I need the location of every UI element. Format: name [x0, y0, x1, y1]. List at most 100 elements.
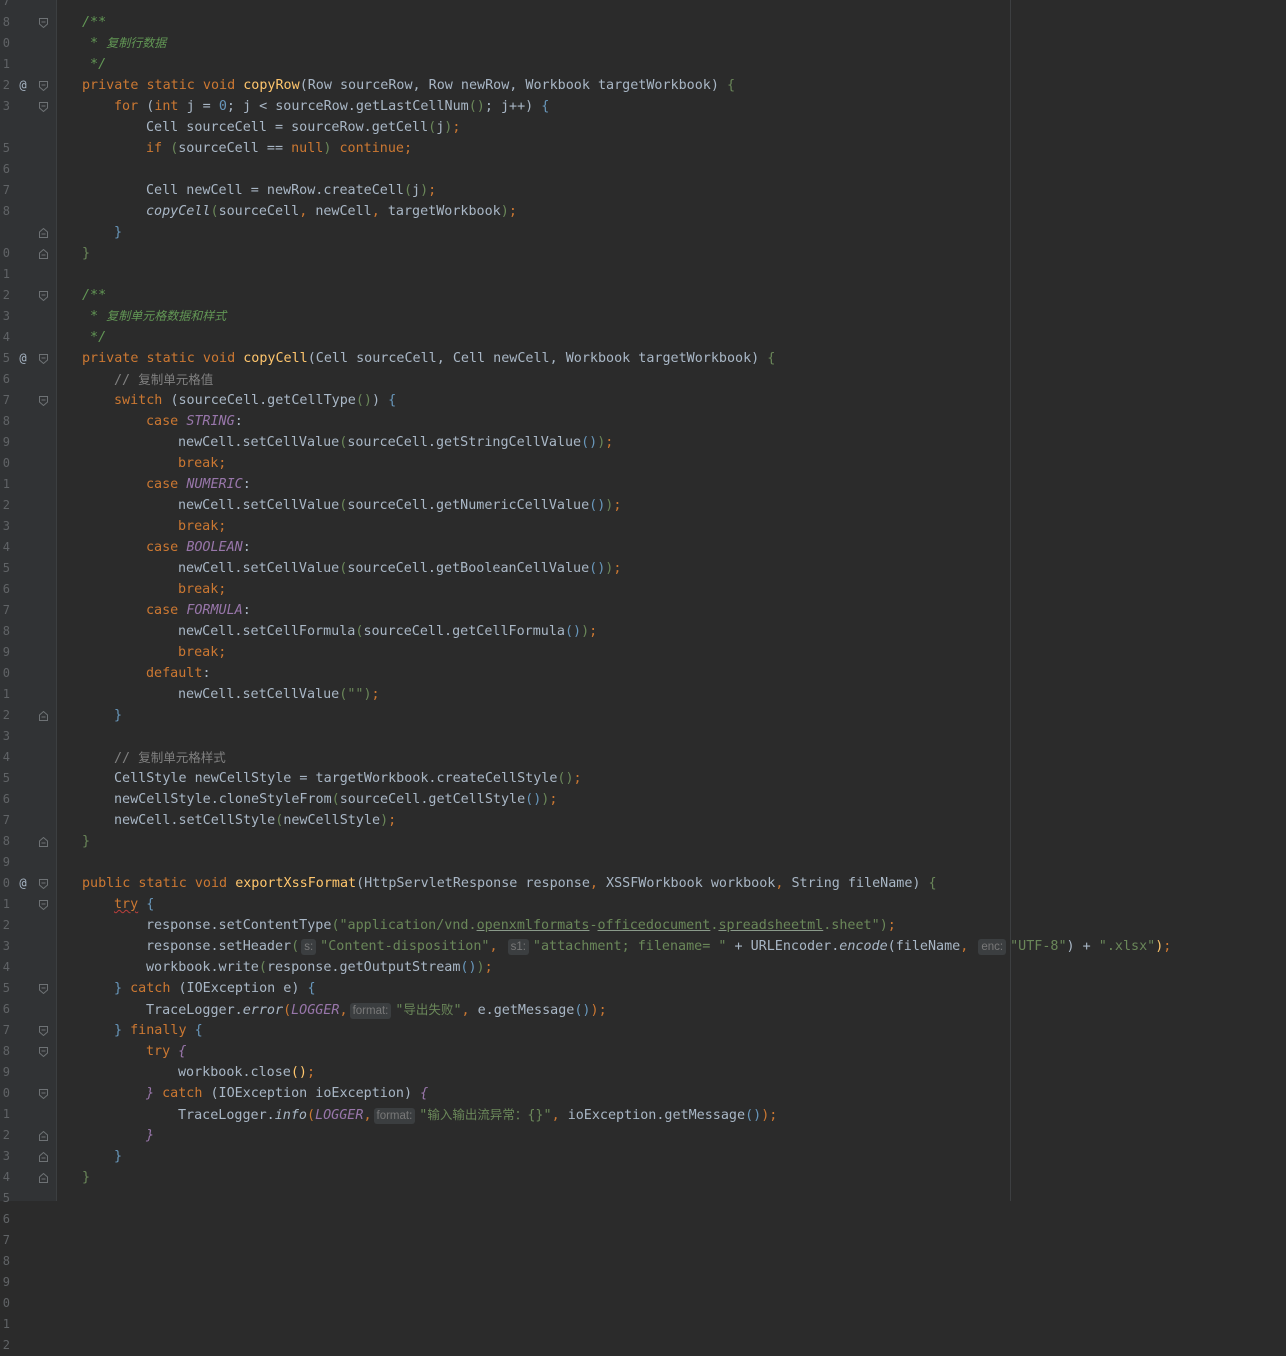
fold-start-icon[interactable]	[39, 17, 48, 29]
fold-end-icon[interactable]	[39, 1172, 48, 1183]
line-number: 8	[2, 1044, 10, 1058]
fold-end-icon[interactable]	[39, 227, 48, 238]
code-line[interactable]: newCell.setCellFormula(sourceCell.getCel…	[0, 621, 1286, 642]
fold-start-icon[interactable]	[39, 899, 48, 911]
code-line[interactable]: } finally {	[0, 1020, 1286, 1041]
code-text: String fileName	[791, 876, 913, 891]
override-marker-icon[interactable]: @	[17, 873, 29, 894]
code-line[interactable]: * 复制单元格数据和样式	[0, 306, 1286, 327]
code-content: for (int j = 0; j < sourceRow.getLastCel…	[114, 96, 549, 117]
code-line[interactable]: case NUMERIC:	[0, 474, 1286, 495]
code-line[interactable]: @ public static void exportXssFormat(Htt…	[0, 873, 1286, 894]
fold-start-icon[interactable]	[39, 80, 48, 92]
code-line[interactable]: newCell.setCellValue("");	[0, 684, 1286, 705]
keyword: break;	[178, 582, 227, 597]
fold-end-icon[interactable]	[39, 248, 48, 259]
code-line[interactable]: break;	[0, 642, 1286, 663]
fold-start-icon[interactable]	[39, 290, 48, 302]
code-line[interactable]: workbook.write(response.getOutputStream(…	[0, 957, 1286, 978]
code-line[interactable]: // 复制单元格值	[0, 369, 1286, 390]
code-line[interactable]: @ private static void copyRow(Row source…	[0, 75, 1286, 96]
keyword: private static void	[82, 351, 244, 366]
code-line[interactable]: newCell.setCellValue(sourceCell.getNumer…	[0, 495, 1286, 516]
code-line[interactable]: break;	[0, 579, 1286, 600]
code-line[interactable]: for (int j = 0; j < sourceRow.getLastCel…	[0, 96, 1286, 117]
code-line[interactable]: if (sourceCell == null) continue;	[0, 138, 1286, 159]
code-line[interactable]: newCellStyle.cloneStyleFrom(sourceCell.g…	[0, 789, 1286, 810]
comma: ,	[461, 1003, 478, 1018]
code-line[interactable]: newCell.setCellValue(sourceCell.getStrin…	[0, 432, 1286, 453]
code-content: newCell.setCellValue(sourceCell.getBoole…	[178, 558, 621, 579]
code-line[interactable]: TraceLogger.info(LOGGER, format: "输入输出流异常：…	[0, 1104, 1286, 1125]
code-line[interactable]: }	[0, 705, 1286, 726]
code-line[interactable]: @ private static void copyCell(Cell sour…	[0, 348, 1286, 369]
code-line[interactable]: response.setContentType("application/vnd…	[0, 915, 1286, 936]
code-line[interactable]: */	[0, 327, 1286, 348]
fold-end-icon[interactable]	[39, 1151, 48, 1162]
code-line[interactable]: case FORMULA:	[0, 600, 1286, 621]
code-line[interactable]: }	[0, 243, 1286, 264]
code-line[interactable]: /**	[0, 285, 1286, 306]
line-number: 2	[2, 288, 10, 302]
code-line[interactable]: CellStyle newCellStyle = targetWorkbook.…	[0, 768, 1286, 789]
code-content: break;	[178, 453, 226, 474]
code-line[interactable]: default:	[0, 663, 1286, 684]
fold-end-icon[interactable]	[39, 1130, 48, 1141]
fold-end-icon[interactable]	[39, 710, 48, 721]
code-line[interactable]: * 复制行数据	[0, 33, 1286, 54]
brace: {	[388, 393, 397, 408]
fold-start-icon[interactable]	[39, 878, 48, 890]
code-editor[interactable]: /** * 复制行数据 */ @ private static void cop…	[0, 0, 1286, 1352]
code-line[interactable]: TraceLogger.error(LOGGER, format: "导出失败", …	[0, 999, 1286, 1020]
code-line[interactable]: } catch (IOException ioException) {	[0, 1083, 1286, 1104]
keyword: switch	[114, 393, 171, 408]
code-text: newCell.setCellValue	[178, 561, 340, 576]
code-line[interactable]: }	[0, 1167, 1286, 1188]
code-line[interactable]: newCell.setCellStyle(newCellStyle);	[0, 810, 1286, 831]
code-line[interactable]: Cell sourceCell = sourceRow.getCell(j);	[0, 117, 1286, 138]
string-literal: {}"	[527, 1108, 552, 1123]
keyword: public static void	[82, 876, 236, 891]
code-line[interactable]: workbook.close();	[0, 1062, 1286, 1083]
code-line[interactable]: try {	[0, 894, 1286, 915]
fold-start-icon[interactable]	[39, 101, 48, 113]
code-line[interactable]: }	[0, 222, 1286, 243]
fold-end-icon[interactable]	[39, 836, 48, 847]
fold-start-icon[interactable]	[39, 1025, 48, 1037]
semicolon: ;	[371, 687, 380, 702]
fold-start-icon[interactable]	[39, 353, 48, 365]
code-line[interactable]: copyCell(sourceCell, newCell, targetWork…	[0, 201, 1286, 222]
semicolon: ;	[613, 498, 622, 513]
fold-start-icon[interactable]	[39, 983, 48, 995]
code-line[interactable]: }	[0, 831, 1286, 852]
code-line[interactable]: switch (sourceCell.getCellType()) {	[0, 390, 1286, 411]
code-line[interactable]: break;	[0, 516, 1286, 537]
line-comment: //	[114, 373, 139, 388]
fold-start-icon[interactable]	[39, 1088, 48, 1100]
override-marker-icon[interactable]: @	[17, 75, 29, 96]
code-content: * 复制行数据	[82, 33, 166, 54]
code-line[interactable]: Cell newCell = newRow.createCell(j);	[0, 180, 1286, 201]
code-line[interactable]: }	[0, 1125, 1286, 1146]
code-line[interactable]: newCell.setCellValue(sourceCell.getBoole…	[0, 558, 1286, 579]
semicolon: ;	[307, 1065, 316, 1080]
code-line[interactable]: response.setHeader(s: "Content-dispositio…	[0, 936, 1286, 957]
paren: ()	[355, 393, 372, 408]
code-line[interactable]: case STRING:	[0, 411, 1286, 432]
code-line[interactable]: }	[0, 1146, 1286, 1167]
line-number: 5	[2, 1191, 10, 1205]
paren: )	[476, 960, 485, 975]
code-line[interactable]: } catch (IOException e) {	[0, 978, 1286, 999]
code-line[interactable]: /**	[0, 12, 1286, 33]
code-line[interactable]: break;	[0, 453, 1286, 474]
override-marker-icon[interactable]: @	[17, 348, 29, 369]
fold-start-icon[interactable]	[39, 1046, 48, 1058]
code-line[interactable]: case BOOLEAN:	[0, 537, 1286, 558]
string-literal: 导出失败	[403, 1002, 454, 1017]
fold-start-icon[interactable]	[39, 395, 48, 407]
code-line[interactable]: */	[0, 54, 1286, 75]
line-number: 8	[2, 15, 10, 29]
keyword: finally	[130, 1023, 195, 1038]
code-line[interactable]: // 复制单元格样式	[0, 747, 1286, 768]
code-line[interactable]: try {	[0, 1041, 1286, 1062]
